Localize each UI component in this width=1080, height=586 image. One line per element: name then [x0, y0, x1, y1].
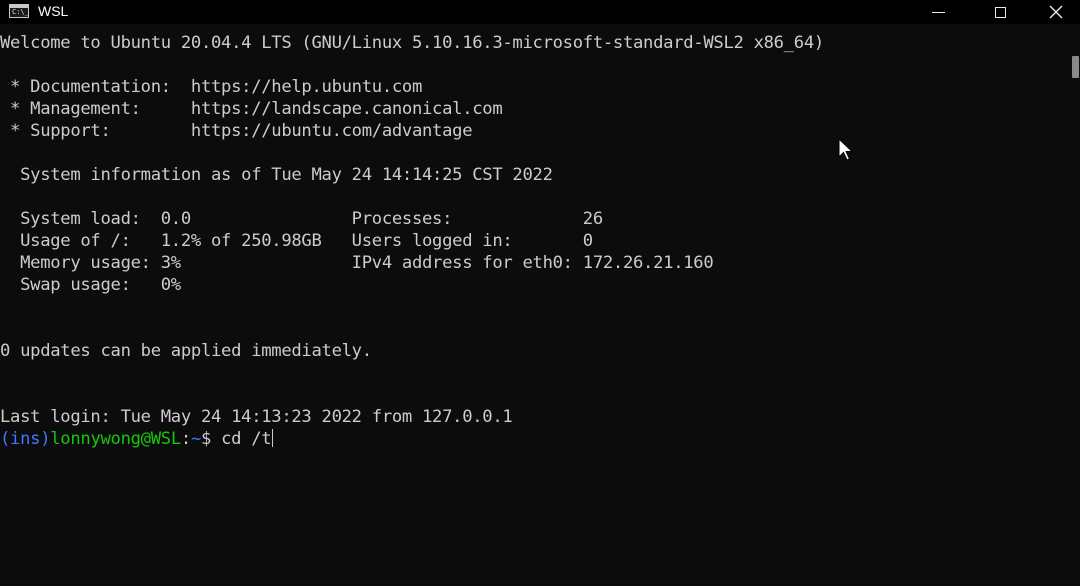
- text-cursor: [272, 429, 274, 447]
- prompt-path: ~: [190, 429, 201, 449]
- terminal-line: * Documentation: https://help.ubuntu.com: [0, 77, 423, 97]
- prompt-user-host: lonnywong@WSL: [50, 429, 181, 449]
- maximize-icon: [994, 6, 1006, 18]
- prompt-symbol: $: [201, 429, 222, 449]
- scrollbar-thumb[interactable]: [1072, 56, 1079, 78]
- prompt-venv: (ins): [0, 429, 51, 449]
- terminal-line: Welcome to Ubuntu 20.04.4 LTS (GNU/Linux…: [0, 33, 824, 53]
- terminal-line: * Management: https://landscape.canonica…: [0, 99, 503, 119]
- terminal-line: Swap usage: 0%: [0, 275, 181, 295]
- maximize-button[interactable]: [968, 0, 1032, 24]
- terminal-line: System information as of Tue May 24 14:1…: [0, 165, 553, 185]
- terminal-app-icon[interactable]: C:\_: [9, 4, 29, 18]
- terminal-line: Usage of /: 1.2% of 250.98GB Users logge…: [0, 231, 593, 251]
- terminal-line: Last login: Tue May 24 14:13:23 2022 fro…: [0, 407, 513, 427]
- window-title: WSL: [38, 3, 69, 19]
- prompt-separator: :: [180, 429, 191, 449]
- command-input[interactable]: cd /t: [221, 429, 272, 449]
- minimize-icon: [931, 11, 945, 13]
- title-bar: C:\_ WSL: [0, 0, 1080, 24]
- command-prompt[interactable]: (ins)lonnywong@WSL:~$ cd /t: [0, 428, 274, 450]
- terminal-output[interactable]: Welcome to Ubuntu 20.04.4 LTS (GNU/Linux…: [0, 32, 1068, 586]
- terminal-line: System load: 0.0 Processes: 26: [0, 209, 603, 229]
- terminal-line: Memory usage: 3% IPv4 address for eth0: …: [0, 253, 714, 273]
- vertical-scrollbar[interactable]: [1070, 32, 1080, 586]
- terminal-line: 0 updates can be applied immediately.: [0, 341, 372, 361]
- terminal-line: * Support: https://ubuntu.com/advantage: [0, 121, 473, 141]
- mouse-pointer-icon: [838, 138, 854, 161]
- minimize-button[interactable]: [906, 0, 970, 24]
- app-icon-text: C:\_: [12, 8, 29, 16]
- close-button[interactable]: [1031, 0, 1080, 24]
- close-icon: [1049, 5, 1062, 19]
